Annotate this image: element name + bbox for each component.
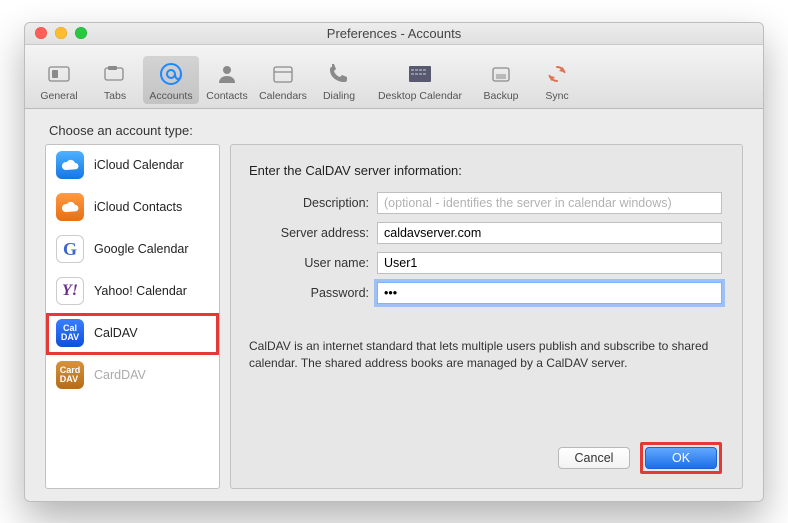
calendar-icon <box>268 60 298 88</box>
section-title: Choose an account type: <box>49 123 743 138</box>
toolbar-label: Calendars <box>259 90 307 102</box>
account-type-label: Google Calendar <box>94 242 189 256</box>
toolbar-label: Contacts <box>206 90 247 102</box>
account-type-google-calendar[interactable]: G Google Calendar <box>46 229 219 271</box>
account-type-icloud-contacts[interactable]: iCloud Contacts <box>46 187 219 229</box>
account-type-yahoo-calendar[interactable]: Y! Yahoo! Calendar <box>46 271 219 313</box>
window-title: Preferences - Accounts <box>25 26 763 41</box>
switch-icon <box>44 60 74 88</box>
account-type-carddav[interactable]: CardDAV CardDAV <box>46 355 219 397</box>
at-sign-icon <box>156 60 186 88</box>
toolbar-label: Dialing <box>323 90 355 102</box>
content-area: Choose an account type: iCloud Calendar … <box>25 109 763 501</box>
carddav-icon: CardDAV <box>56 361 84 389</box>
cloud-icon <box>56 193 84 221</box>
ok-button[interactable]: OK <box>645 447 717 469</box>
toolbar-accounts[interactable]: Accounts <box>143 56 199 104</box>
row-username: User name: <box>249 252 722 274</box>
cancel-button[interactable]: Cancel <box>558 447 630 469</box>
preferences-window: Preferences - Accounts General Tabs Acco… <box>24 22 764 502</box>
person-icon <box>212 60 242 88</box>
preferences-toolbar: General Tabs Accounts Contacts Calendars <box>25 45 763 109</box>
titlebar: Preferences - Accounts <box>25 23 763 45</box>
server-address-input[interactable] <box>377 222 722 244</box>
account-form: Enter the CalDAV server information: Des… <box>230 144 743 489</box>
label-username: User name: <box>249 256 369 270</box>
label-description: Description: <box>249 196 369 210</box>
form-title: Enter the CalDAV server information: <box>249 163 722 178</box>
sync-icon <box>542 60 572 88</box>
account-type-list: iCloud Calendar iCloud Contacts G Google… <box>45 144 220 489</box>
account-type-label: CalDAV <box>94 326 138 340</box>
row-description: Description: <box>249 192 722 214</box>
row-password: Password: <box>249 282 722 304</box>
description-input[interactable] <box>377 192 722 214</box>
tabs-icon <box>100 60 130 88</box>
desktop-calendar-icon <box>405 60 435 88</box>
toolbar-contacts[interactable]: Contacts <box>199 56 255 104</box>
toolbar-label: Accounts <box>149 90 192 102</box>
phone-icon <box>324 60 354 88</box>
account-type-icloud-calendar[interactable]: iCloud Calendar <box>46 145 219 187</box>
toolbar-calendars[interactable]: Calendars <box>255 56 311 104</box>
toolbar-label: Desktop Calendar <box>378 90 462 102</box>
caldav-icon: CalDAV <box>56 319 84 347</box>
account-type-label: Yahoo! Calendar <box>94 284 187 298</box>
toolbar-general[interactable]: General <box>31 56 87 104</box>
cloud-icon <box>56 151 84 179</box>
label-password: Password: <box>249 286 369 300</box>
yahoo-icon: Y! <box>56 277 84 305</box>
toolbar-dialing[interactable]: Dialing <box>311 56 367 104</box>
dialog-buttons: Cancel OK <box>249 428 722 474</box>
toolbar-label: Sync <box>545 90 568 102</box>
account-type-caldav[interactable]: CalDAV CalDAV <box>46 313 219 355</box>
toolbar-label: General <box>40 90 77 102</box>
toolbar-desktop-calendar[interactable]: Desktop Calendar <box>367 56 473 104</box>
help-text: CalDAV is an internet standard that lets… <box>249 338 722 373</box>
account-type-label: CardDAV <box>94 368 146 382</box>
ok-button-highlight: OK <box>640 442 722 474</box>
account-type-label: iCloud Calendar <box>94 158 184 172</box>
toolbar-sync[interactable]: Sync <box>529 56 585 104</box>
toolbar-tabs[interactable]: Tabs <box>87 56 143 104</box>
toolbar-label: Tabs <box>104 90 126 102</box>
toolbar-backup[interactable]: Backup <box>473 56 529 104</box>
google-icon: G <box>56 235 84 263</box>
account-type-label: iCloud Contacts <box>94 200 182 214</box>
password-input[interactable] <box>377 282 722 304</box>
row-server: Server address: <box>249 222 722 244</box>
toolbar-label: Backup <box>483 90 518 102</box>
label-server: Server address: <box>249 226 369 240</box>
username-input[interactable] <box>377 252 722 274</box>
disk-icon <box>486 60 516 88</box>
